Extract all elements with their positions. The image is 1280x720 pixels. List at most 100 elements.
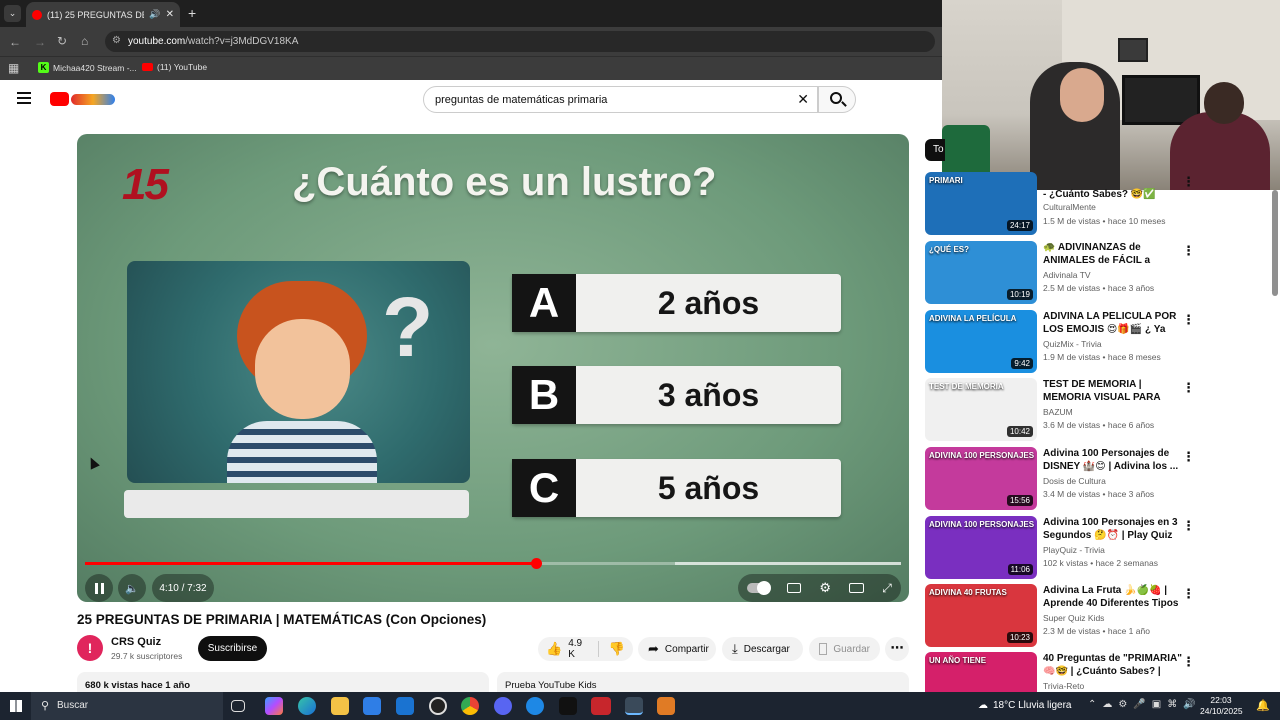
recommendation-channel[interactable]: CulturalMente — [1043, 202, 1096, 212]
recommendation-title[interactable]: TEST DE MEMORIA | MEMORIA VISUAL PARA AD… — [1043, 378, 1183, 404]
more-options-icon[interactable]: ⋮ — [1182, 243, 1195, 259]
back-icon[interactable]: ← — [9, 36, 21, 48]
channel-name[interactable]: CRS Quiz — [111, 636, 161, 648]
more-options-icon[interactable]: ⋮ — [1182, 380, 1195, 396]
subscribe-button[interactable]: Suscribirse — [198, 636, 267, 661]
video-thumbnail[interactable]: ADIVINA LA PELÍCULA 9:42 — [925, 310, 1037, 373]
home-icon[interactable]: ⌂ — [81, 35, 88, 47]
bookmark-kick[interactable]: K Michaa420 Stream -... — [38, 62, 137, 73]
recommendation-channel[interactable]: BAZUM — [1043, 407, 1073, 417]
audio-playing-icon[interactable]: 🔊 — [149, 9, 160, 20]
play-pause-button[interactable] — [85, 574, 113, 602]
recommendation-channel[interactable]: Super Quiz Kids — [1043, 613, 1104, 623]
share-button[interactable]: ➦ Compartir — [638, 637, 716, 661]
recommendation-item[interactable]: ADIVINA 100 PERSONAJES 15:56 Adivina 100 P… — [925, 447, 1275, 511]
weather-widget[interactable]: ☁ 18°C Lluvia ligera — [978, 700, 1072, 711]
taskbar-search[interactable]: ⚲ Buscar — [31, 692, 223, 720]
autoplay-toggle[interactable] — [747, 581, 772, 595]
recommendation-channel[interactable]: Dosis de Cultura — [1043, 476, 1106, 486]
microsoft-store-icon[interactable] — [363, 697, 381, 715]
download-button[interactable]: ⤓ Descargar — [722, 637, 803, 661]
tab-list-button[interactable]: ⌄ — [4, 5, 21, 22]
recommendation-channel[interactable]: Trivia-Reto — [1043, 681, 1084, 691]
more-options-icon[interactable]: ⋮ — [1182, 654, 1195, 670]
system-tray[interactable]: ⌃☁⚙🎤▣⌘🔊 — [1088, 699, 1202, 710]
recommendation-title[interactable]: 40 Preguntas de "PRIMARIA" 🧠🤓 | ¿Cuánto … — [1043, 652, 1183, 678]
recommendation-title[interactable]: Adivina 100 Personajes en 3 Segundos 🤔⏰ … — [1043, 516, 1183, 542]
like-icon[interactable]: 👍 — [546, 641, 562, 657]
search-input[interactable]: preguntas de matemáticas primaria ✕ — [423, 86, 818, 113]
scrollbar-thumb[interactable] — [1272, 190, 1278, 296]
recommendation-item[interactable]: ADIVINA LA PELÍCULA 9:42 ADIVINA LA PELICU… — [925, 310, 1275, 374]
promo-box[interactable]: Prueba YouTube Kids — [497, 672, 909, 694]
more-options-icon[interactable]: ⋮ — [1182, 518, 1195, 534]
recommendation-title[interactable]: ADIVINA LA PELICULA POR LOS EMOJIS 😍🎁🎬 ¿… — [1043, 310, 1183, 336]
edge-icon[interactable] — [298, 697, 316, 715]
video-player[interactable]: 15 ¿Cuánto es un lustro? ? A 2 años B 3 … — [77, 134, 909, 602]
more-options-icon[interactable]: ⋮ — [1182, 586, 1195, 602]
recommendation-item[interactable]: ADIVINA 40 FRUTAS 10:23 Adivina La Fruta 🍌… — [925, 584, 1275, 648]
app-icon[interactable] — [526, 697, 544, 715]
theater-mode-icon[interactable] — [849, 583, 865, 593]
recommendation-channel[interactable]: PlayQuiz - Trivia — [1043, 545, 1105, 555]
more-actions-button[interactable]: ⋯ — [885, 637, 909, 661]
video-thumbnail[interactable]: ADIVINA 100 PERSONAJES 11:06 — [925, 516, 1037, 579]
save-button[interactable]: Guardar — [809, 637, 880, 661]
recommendation-title[interactable]: - ¿Cuánto Sabes? 🤓✅ — [1043, 188, 1183, 201]
tab-chip-partial[interactable]: To — [925, 139, 945, 161]
video-thumbnail[interactable]: TEST DE MEMORIA 10:42 — [925, 378, 1037, 441]
fullscreen-icon[interactable]: ⤢ — [882, 581, 892, 596]
video-thumbnail[interactable]: ¿QUÉ ES? 10:19 — [925, 241, 1037, 304]
clock[interactable]: 22:03 24/10/2025 — [1200, 695, 1243, 717]
recommendation-channel[interactable]: Adivinala TV — [1043, 270, 1091, 280]
copilot-icon[interactable] — [265, 697, 283, 715]
recommendation-title[interactable]: Adivina La Fruta 🍌🍏🍓 | Aprende 40 Difere… — [1043, 584, 1183, 610]
file-explorer-icon[interactable] — [331, 697, 349, 715]
close-tab-icon[interactable]: ✕ — [166, 9, 174, 20]
volume-button[interactable]: 🔈 — [118, 574, 146, 602]
youtube-logo[interactable] — [50, 91, 116, 107]
recommendation-item[interactable]: ¿QUÉ ES? 10:19 🐢 ADIVINANZAS de ANIMALES d… — [925, 241, 1275, 305]
bookmark-youtube[interactable]: (11) YouTube — [142, 62, 207, 72]
chrome-active-icon[interactable] — [625, 697, 643, 715]
more-options-icon[interactable]: ⋮ — [1182, 312, 1195, 328]
browser-tab-active[interactable]: (11) 25 PREGUNTAS DE PRIMARIA 🔊 ✕ — [26, 2, 180, 27]
description-box[interactable]: 680 k vistas hace 1 año — [77, 672, 489, 694]
recommendation-title[interactable]: Adivina 100 Personajes de DISNEY 🏰😊 | Ad… — [1043, 447, 1183, 473]
recommendation-item[interactable]: TEST DE MEMORIA 10:42 TEST DE MEMORIA | ME… — [925, 378, 1275, 442]
settings-gear-icon[interactable]: ⚙ — [819, 580, 831, 596]
chrome-icon[interactable] — [461, 697, 479, 715]
new-tab-button[interactable]: + — [188, 5, 196, 21]
address-bar[interactable]: ⚙ youtube.com/watch?v=j3MdDGV18KA — [105, 31, 935, 52]
obs-icon[interactable] — [429, 697, 447, 715]
recommendation-channel[interactable]: QuizMix - Trivia — [1043, 339, 1102, 349]
capcut-icon[interactable] — [559, 697, 577, 715]
search-button[interactable] — [818, 86, 856, 113]
site-info-icon[interactable]: ⚙ — [112, 35, 121, 46]
channel-avatar[interactable]: ! — [77, 635, 103, 661]
apps-grid-icon[interactable]: ▦ — [8, 61, 19, 75]
recommendation-item[interactable]: ADIVINA 100 PERSONAJES 11:06 Adivina 100 P… — [925, 516, 1275, 580]
scrubber-handle[interactable] — [531, 558, 543, 569]
dislike-icon[interactable]: 👎 — [609, 641, 625, 657]
recommendation-item[interactable]: PRIMARI 24:17 - ¿Cuánto Sabes? 🤓✅ CulturalM… — [925, 172, 1275, 236]
video-thumbnail[interactable]: ADIVINA 100 PERSONAJES 15:56 — [925, 447, 1037, 510]
outlook-icon[interactable] — [396, 697, 414, 715]
progress-bar[interactable] — [85, 558, 901, 569]
reload-icon[interactable]: ↻ — [57, 35, 67, 47]
task-view-icon[interactable] — [231, 700, 245, 712]
more-options-icon[interactable]: ⋮ — [1182, 449, 1195, 465]
clear-search-icon[interactable]: ✕ — [797, 91, 809, 108]
more-options-icon[interactable]: ⋮ — [1182, 174, 1195, 190]
notifications-icon[interactable]: 🔔 — [1256, 699, 1270, 712]
like-count[interactable]: 4.9 K — [568, 638, 588, 660]
discord-icon[interactable] — [494, 697, 512, 715]
video-thumbnail[interactable]: ADIVINA 40 FRUTAS 10:23 — [925, 584, 1037, 647]
subtitles-icon[interactable] — [787, 583, 802, 593]
video-thumbnail[interactable]: PRIMARI 24:17 — [925, 172, 1037, 235]
windows-start-icon[interactable] — [10, 700, 22, 712]
app-folder-icon[interactable] — [657, 697, 675, 715]
forward-icon[interactable]: → — [34, 36, 46, 48]
recommendation-title[interactable]: 🐢 ADIVINANZAS de ANIMALES de FÁCIL a DIF… — [1043, 241, 1183, 267]
menu-icon[interactable] — [17, 92, 31, 104]
